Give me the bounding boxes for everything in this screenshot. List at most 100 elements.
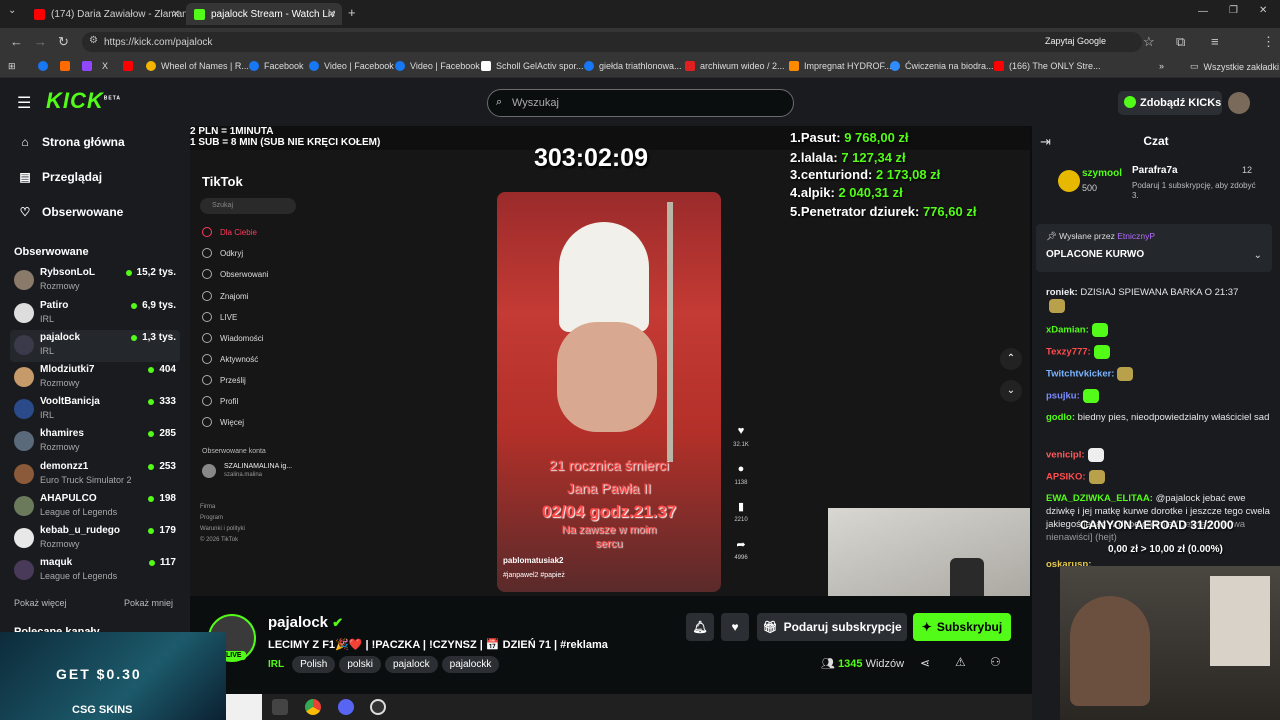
bookmark-twitch-icon[interactable] — [82, 61, 97, 71]
tab-list-icon[interactable]: ⌄ — [8, 5, 16, 16]
bookmark-item[interactable]: archiwum wideo / 2... — [685, 61, 785, 71]
kick-icon — [194, 8, 205, 20]
new-tab-icon[interactable]: + — [348, 5, 356, 20]
chevron-down-icon[interactable]: ⌄ — [1254, 250, 1262, 261]
bookmark-x-icon[interactable]: X — [102, 61, 108, 71]
bookmark-item[interactable]: Scholl GelActiv spor... — [481, 61, 584, 71]
more-bookmarks-icon[interactable]: » — [1159, 61, 1164, 71]
media-icon[interactable]: ≡ — [1211, 34, 1219, 49]
show-less-link[interactable]: Pokaż mniej — [124, 598, 173, 608]
terminal-icon[interactable] — [272, 699, 288, 715]
tag-pill[interactable]: Polish — [292, 656, 336, 673]
bookmark-facebook-icon[interactable] — [38, 61, 53, 71]
bookmark-star-icon[interactable]: ☆ — [1143, 34, 1155, 50]
gift-prompt: Podaruj 1 subskrypcję, aby zdobyć 3. — [1132, 181, 1256, 200]
channel-name[interactable]: pajalock ✔ — [268, 614, 343, 631]
forward-icon[interactable]: → — [34, 34, 47, 49]
avatar — [14, 496, 34, 516]
top-gifter-name: szymool — [1082, 168, 1123, 179]
tiktok-followed-header: Obserwowane konta — [202, 448, 266, 455]
address-bar[interactable]: ⚙ https://kick.com/pajalock Zapytaj Goog… — [82, 32, 1142, 52]
extensions-icon[interactable]: ⧉ — [1176, 34, 1185, 50]
bookmark-icon[interactable] — [60, 61, 75, 71]
followed-channel[interactable]: khamires Rozmowy 285 — [10, 426, 180, 458]
search-input[interactable]: ⌕ Wyszukaj — [487, 89, 794, 117]
category-link[interactable]: IRL — [268, 659, 284, 670]
close-icon[interactable]: ✕ — [172, 9, 180, 20]
followed-channel[interactable]: AHAPULCO League of Legends 198 — [10, 491, 180, 523]
reload-icon[interactable]: ↻ — [58, 34, 69, 50]
stream-tags: IRL Polish polski pajalock pajalockk — [268, 656, 503, 673]
bookmark-item[interactable]: giełda triathlonowa... — [584, 61, 682, 71]
apps-icon[interactable]: ⊞ — [8, 61, 16, 72]
chat-message: godlo: biedny pies, nieodpowiedzialny wł… — [1046, 412, 1270, 423]
show-more-link[interactable]: Pokaż więcej — [14, 598, 67, 608]
notifications-bell-icon[interactable]: 🔔︎ — [686, 613, 714, 641]
tiktok-nav-item: Aktywność — [202, 354, 258, 364]
site-info-icon[interactable]: ⚙ — [89, 35, 98, 46]
live-dot — [148, 366, 155, 373]
user-avatar[interactable] — [1228, 92, 1250, 114]
nav-browse[interactable]: ▤ Przeglądaj — [18, 170, 102, 184]
get-kicks-button[interactable]: Zdobądź KICKs — [1118, 91, 1222, 115]
leaderboard-row: 4.alpik: 2 040,31 zł — [790, 185, 903, 200]
maximize-icon[interactable]: ❐ — [1229, 5, 1238, 16]
video-player[interactable]: 2 PLN = 1MINUTA 1 SUB = 8 MIN (SUB NIE K… — [190, 126, 1030, 596]
followed-channel[interactable]: Mlodziutki7 Rozmowy 404 — [10, 362, 180, 394]
followed-channel[interactable]: pajalock IRL 1,3 tys. — [10, 330, 180, 362]
search-engine-chip[interactable]: Zapytaj Google — [1045, 36, 1106, 46]
user-options-icon[interactable]: ⚇ — [990, 655, 1001, 669]
followed-channel[interactable]: kebab_u_rudego Rozmowy 179 — [10, 523, 180, 555]
gift-subs-button[interactable]: 🎁︎ Podaruj subskrypcje — [757, 613, 907, 641]
gifter-name: Parafra7a — [1132, 165, 1178, 176]
sponsor-banner[interactable]: GET $0.30 CSG SKINS — [0, 632, 226, 720]
pinned-text: OPLACONE KURWO — [1046, 249, 1145, 260]
share-icon[interactable]: ⋖ — [920, 656, 930, 670]
window-close-icon[interactable]: ✕ — [1259, 5, 1267, 16]
avatar — [14, 335, 34, 355]
taskbar-search[interactable] — [226, 694, 262, 720]
all-bookmarks-folder[interactable]: ▭ Wszystkie zakładki — [1190, 61, 1279, 72]
star-icon: ✦ — [921, 620, 932, 634]
followed-channel[interactable]: Patiro IRL 6,9 tys. — [10, 298, 180, 330]
bookmark-item[interactable]: Wheel of Names | R... — [146, 61, 249, 71]
tag-pill[interactable]: polski — [339, 656, 381, 673]
tab-kick[interactable]: pajalock Stream - Watch Liv ✕ — [186, 3, 342, 25]
tag-pill[interactable]: pajalock — [384, 656, 438, 673]
obs-icon[interactable] — [370, 699, 386, 715]
bookmark-item[interactable]: Video | Facebook — [309, 61, 394, 71]
followed-channel[interactable]: demonzz1 Euro Truck Simulator 2 253 — [10, 459, 180, 491]
tab-youtube[interactable]: (174) Daria Zawiałow - Złamane ✕ — [26, 3, 186, 25]
follow-heart-icon[interactable]: ♥ — [721, 613, 749, 641]
discord-icon[interactable] — [338, 699, 354, 715]
bookmark-item[interactable]: Ćwiczenia na biodra... — [890, 61, 994, 71]
bookmark-item[interactable]: Impregnat HYDROF... — [789, 61, 892, 71]
tag-pill[interactable]: pajalockk — [441, 656, 500, 673]
bookmark-youtube-icon[interactable] — [123, 61, 138, 71]
bookmark-item[interactable]: (166) The ONLY Stre... — [994, 61, 1101, 71]
menu-icon[interactable]: ⋮ — [1262, 34, 1275, 50]
search-placeholder: Wyszukaj — [512, 97, 559, 109]
minimize-icon[interactable]: — — [1198, 6, 1208, 17]
nav-following[interactable]: ♡ Obserwowane — [18, 205, 124, 219]
pinned-message[interactable]: 📌︎ Wysłane przez EtnicznyP OPLACONE KURW… — [1036, 224, 1272, 272]
kick-logo[interactable]: KICKBETA — [46, 88, 121, 114]
report-icon[interactable]: ⚠ — [955, 655, 966, 669]
bookmark-item[interactable]: Facebook — [249, 61, 304, 71]
nav-home[interactable]: ⌂ Strona główna — [18, 135, 124, 149]
avatar — [14, 560, 34, 580]
bookmark-item[interactable]: Video | Facebook — [395, 61, 480, 71]
subscribe-button[interactable]: ✦ Subskrybuj — [913, 613, 1011, 641]
emote-icon — [1082, 389, 1099, 403]
tiktok-nav-item: Odkryj — [202, 248, 243, 258]
followed-channel[interactable]: RybsonLoL Rozmowy 15,2 tys. — [10, 265, 180, 297]
chrome-icon[interactable] — [305, 699, 321, 715]
back-icon[interactable]: ← — [10, 34, 23, 49]
followed-channel[interactable]: VooltBanicja IRL 333 — [10, 394, 180, 426]
emote-icon — [1091, 323, 1108, 337]
close-icon[interactable]: ✕ — [328, 9, 336, 20]
emote-icon — [1087, 448, 1104, 462]
viewer-count: 👥︎ 1345 Widzów — [821, 658, 905, 670]
hamburger-menu-icon[interactable]: ☰ — [17, 93, 31, 113]
followed-channel[interactable]: maquk League of Legends 117 — [10, 555, 180, 587]
